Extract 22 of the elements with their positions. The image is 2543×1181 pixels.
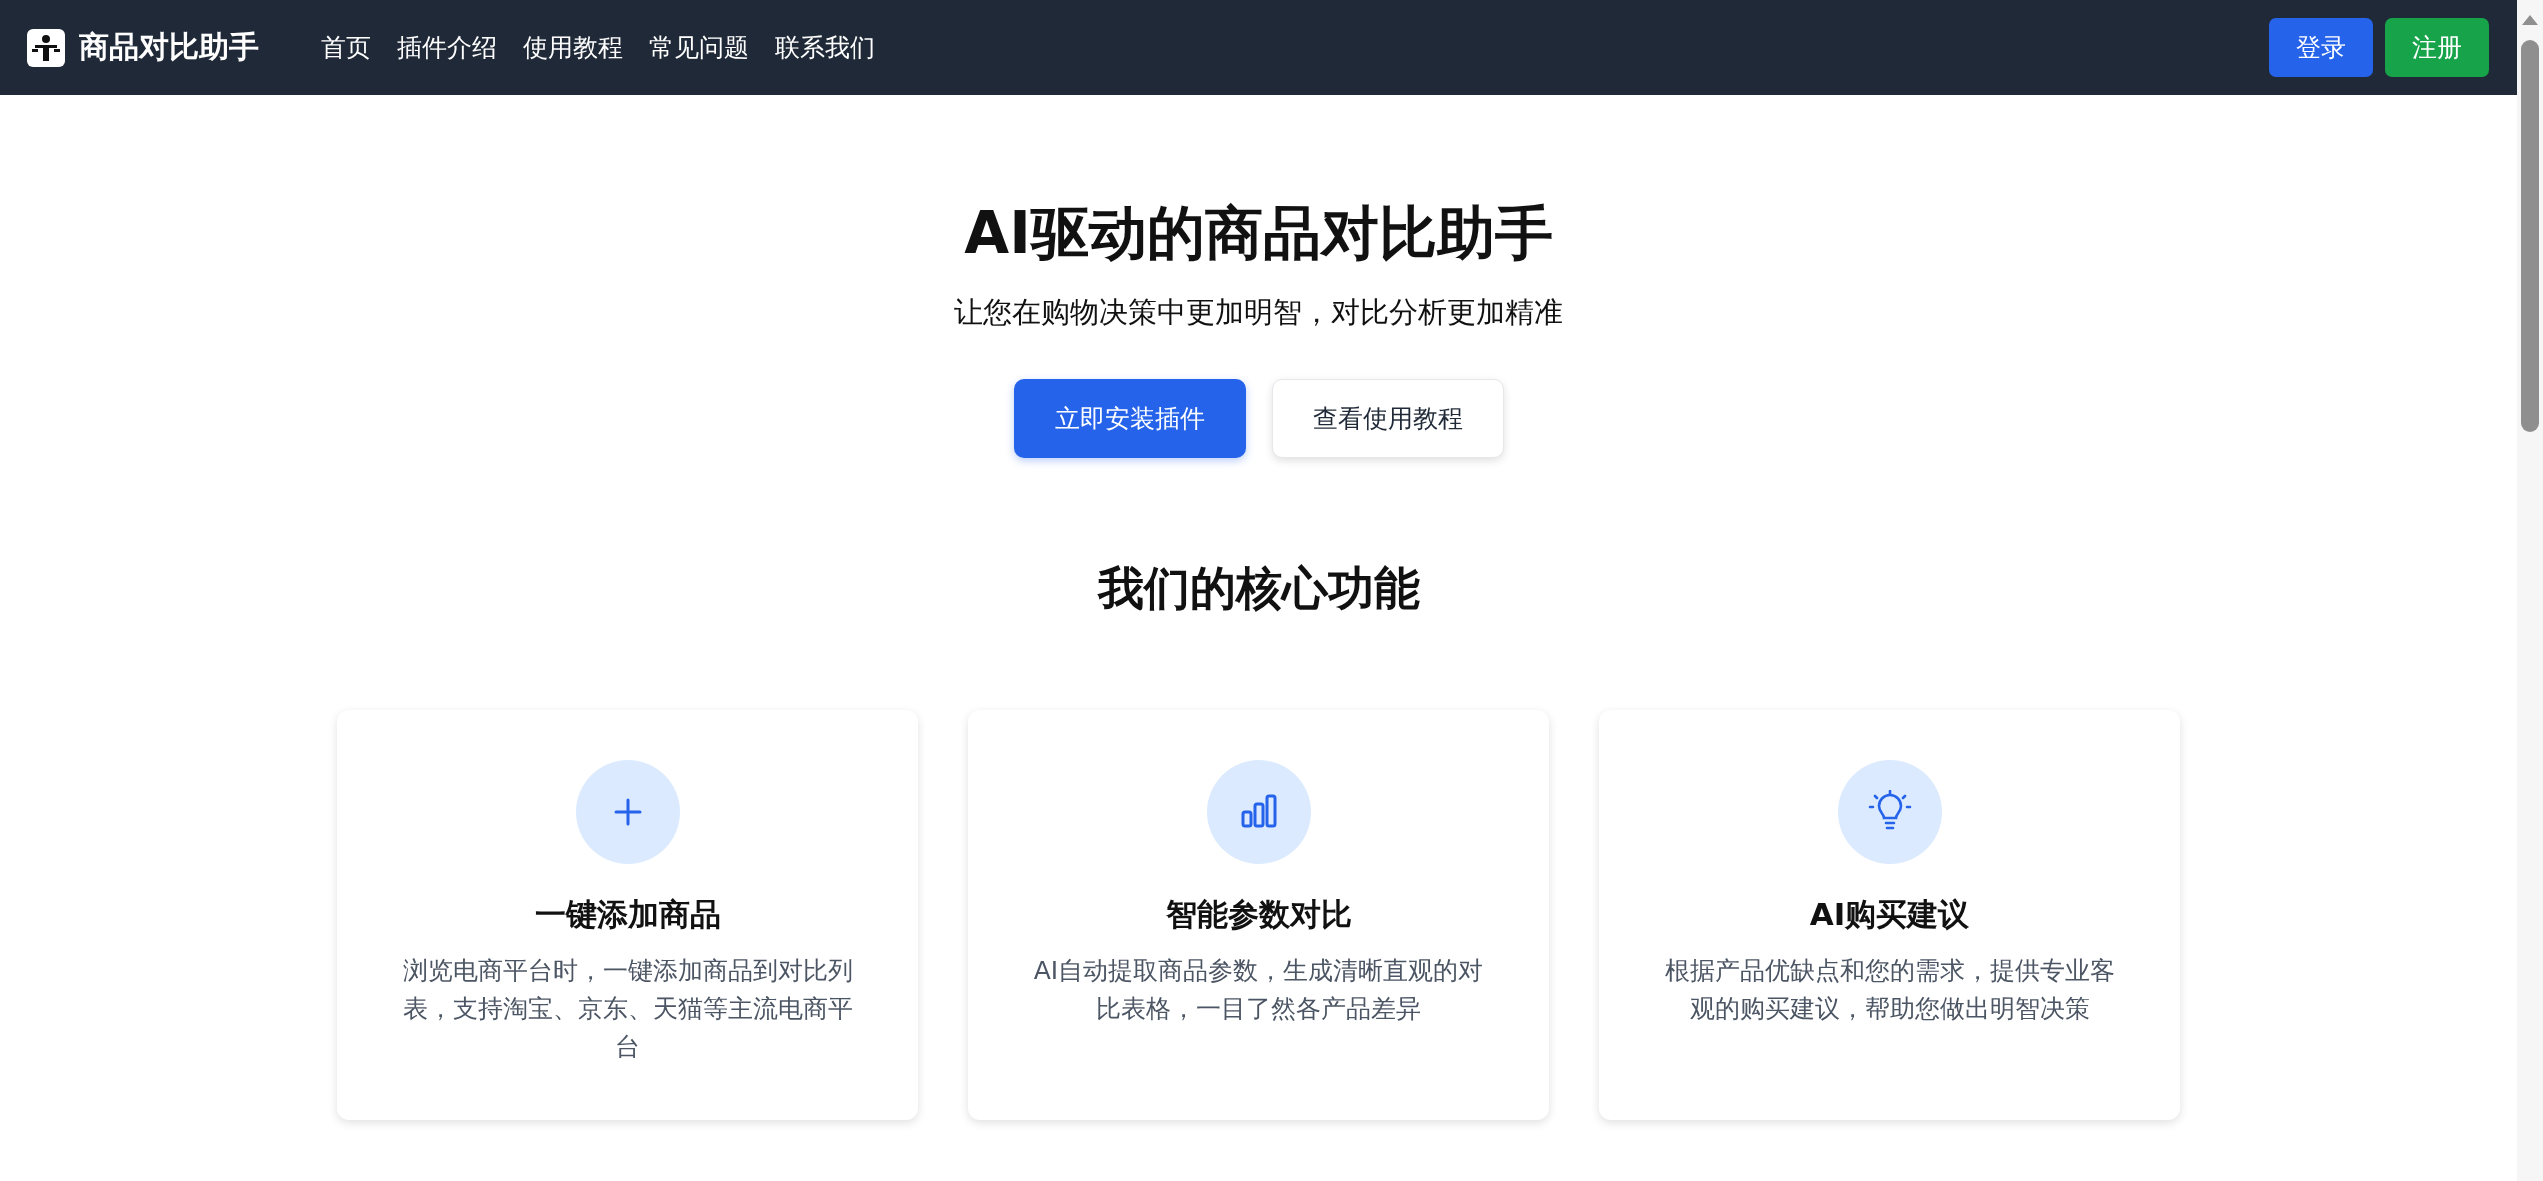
feature-title: AI购买建议 (1809, 895, 1970, 934)
feature-description: 浏览电商平台时，一键添加商品到对比列表，支持淘宝、京东、天猫等主流电商平台 (401, 955, 854, 1063)
feature-title: 一键添加商品 (534, 895, 721, 934)
nav-link[interactable]: 常见问题 (649, 31, 749, 64)
nav-link[interactable]: 首页 (321, 31, 371, 64)
nav-link[interactable]: 插件介绍 (397, 31, 497, 64)
nav-link[interactable]: 使用教程 (523, 31, 623, 64)
hero-subtitle: 让您在购物决策中更加明智，对比分析更加精准 (954, 294, 1563, 331)
feature-description: 根据产品优缺点和您的需求，提供专业客观的购买建议，帮助您做出明智决策 (1663, 955, 2116, 1025)
nav-link[interactable]: 联系我们 (775, 31, 875, 64)
install-button[interactable]: 立即安装插件 (1013, 379, 1246, 458)
tutorial-button[interactable]: 查看使用教程 (1271, 379, 1504, 458)
feature-title: 智能参数对比 (1165, 895, 1352, 934)
scroll-up-arrow-icon[interactable] (2521, 14, 2539, 26)
section-title: 我们的核心功能 (1097, 560, 1420, 617)
scrollbar-thumb[interactable] (2521, 40, 2539, 432)
scrollbar[interactable] (2517, 0, 2543, 1181)
scale-person-logo-icon (27, 28, 65, 67)
brand-name[interactable]: 商品对比助手 (79, 27, 259, 68)
hero-title: AI驱动的商品对比助手 (964, 198, 1553, 269)
feature-description: AI自动提取商品参数，生成清晰直观的对比表格，一目了然各产品差异 (1032, 955, 1485, 1025)
login-button[interactable]: 登录 (2269, 18, 2373, 77)
